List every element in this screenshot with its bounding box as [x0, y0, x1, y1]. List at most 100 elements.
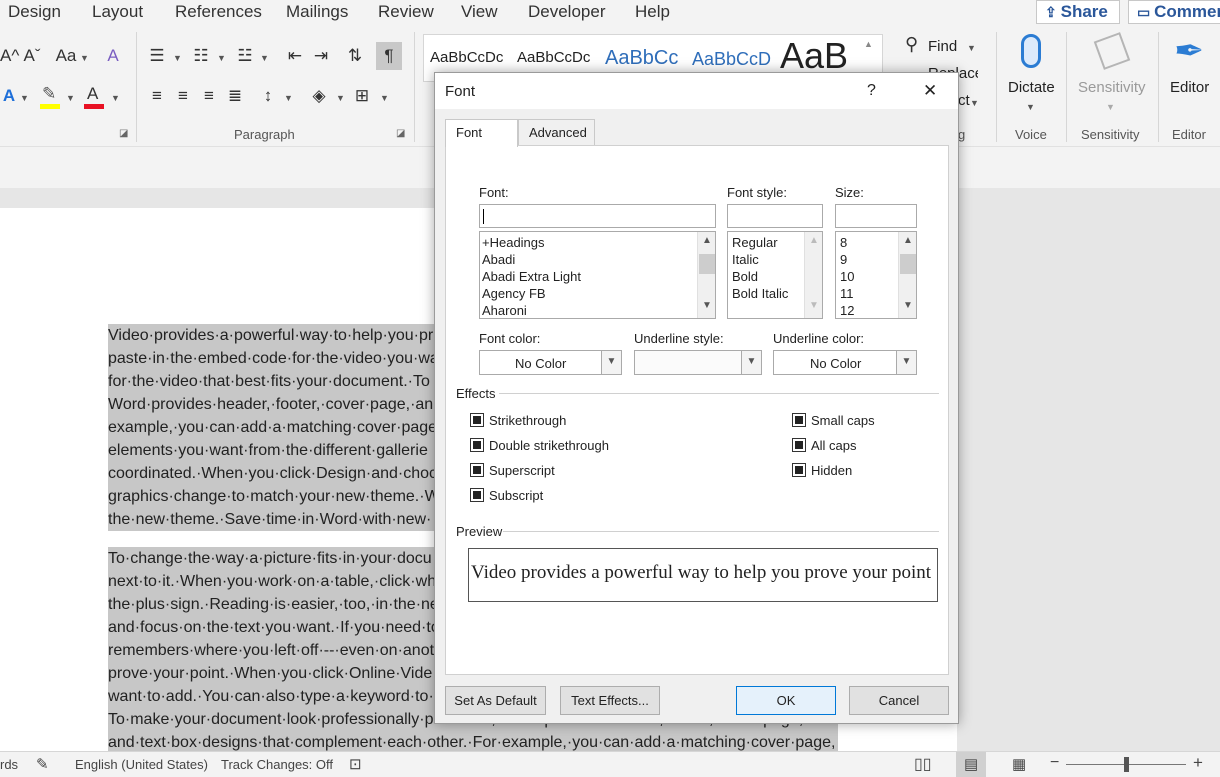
decrease-indent-button[interactable]: ⇤ — [284, 44, 306, 68]
list-item[interactable]: Abadi — [482, 251, 515, 268]
list-item[interactable]: Bold Italic — [732, 285, 788, 302]
chevron-up-icon[interactable]: ▲ — [698, 235, 715, 246]
highlight-color-button[interactable]: ✎ — [38, 84, 64, 110]
list-item[interactable]: 9 — [840, 251, 847, 268]
grow-font-button[interactable]: A^ — [0, 44, 19, 68]
set-as-default-button[interactable]: Set As Default — [445, 686, 546, 715]
tab-view[interactable]: View — [461, 2, 498, 22]
comments-button[interactable]: ▭ Commer — [1128, 0, 1220, 24]
macro-icon[interactable]: ⊡ — [349, 755, 362, 773]
track-changes-status[interactable]: Track Changes: Off — [221, 757, 333, 772]
list-item[interactable]: 8 — [840, 234, 847, 251]
list-item[interactable]: Italic — [732, 251, 759, 268]
gallery-scroll-up-icon[interactable]: ▲ — [864, 39, 873, 49]
superscript-label[interactable]: Superscript — [489, 463, 555, 478]
superscript-checkbox[interactable] — [470, 463, 484, 477]
list-item[interactable]: 12 — [840, 302, 854, 318]
web-layout-icon[interactable]: ▦ — [1012, 755, 1026, 773]
small-caps-checkbox[interactable] — [792, 413, 806, 427]
bullets-button[interactable]: ☰ — [146, 44, 168, 68]
ok-button[interactable]: OK — [736, 686, 836, 715]
scrollbar[interactable]: ▲ ▼ — [898, 232, 916, 318]
tab-design[interactable]: Design — [8, 2, 61, 22]
strikethrough-checkbox[interactable] — [470, 413, 484, 427]
font-color-select[interactable]: No Color ▼ — [479, 350, 622, 375]
text-effects-button[interactable]: Text Effects... — [560, 686, 660, 715]
style-normal[interactable]: AaBbCcDc — [430, 49, 503, 66]
paragraph-dialog-launcher-icon[interactable]: ◪ — [396, 128, 405, 139]
font-color-button[interactable]: A — [82, 84, 106, 110]
font-list[interactable]: +Headings Abadi Abadi Extra Light Agency… — [479, 231, 716, 319]
editor-button[interactable]: ✒ Editor — [1166, 32, 1216, 122]
find-button[interactable]: Find — [928, 38, 957, 55]
increase-indent-button[interactable]: ⇥ — [310, 44, 332, 68]
multilevel-list-button[interactable]: ☳ — [234, 44, 256, 68]
show-formatting-marks-button[interactable]: ¶ — [376, 42, 402, 70]
hidden-checkbox[interactable] — [792, 463, 806, 477]
cancel-button[interactable]: Cancel — [849, 686, 949, 715]
tab-help[interactable]: Help — [635, 2, 670, 22]
word-count[interactable]: rds — [0, 757, 18, 772]
share-button[interactable]: ⇪ Share — [1036, 0, 1120, 24]
double-strikethrough-checkbox[interactable] — [470, 438, 484, 452]
dictate-button[interactable]: Dictate ▼ — [1006, 32, 1056, 122]
list-item[interactable]: 11 — [840, 285, 854, 302]
close-button[interactable]: ✕ — [923, 81, 937, 101]
align-center-button[interactable]: ≡ — [172, 84, 194, 108]
numbering-button[interactable]: ☷ — [190, 44, 212, 68]
justify-button[interactable]: ≣ — [224, 84, 246, 108]
zoom-out-button[interactable]: − — [1050, 754, 1059, 772]
shading-button[interactable]: ◈ — [306, 84, 332, 108]
sensitivity-button[interactable]: Sensitivity ▼ — [1074, 32, 1148, 122]
style-heading-2[interactable]: AaBbCcD — [692, 49, 771, 70]
select-button[interactable]: ct — [958, 92, 970, 109]
sort-button[interactable]: ⇅ — [344, 44, 366, 68]
chevron-down-icon[interactable]: ▼ — [899, 300, 916, 311]
tab-developer[interactable]: Developer — [528, 2, 606, 22]
tab-review[interactable]: Review — [378, 2, 434, 22]
list-item[interactable]: Bold — [732, 268, 758, 285]
zoom-in-button[interactable]: + — [1193, 753, 1203, 773]
strikethrough-label[interactable]: Strikethrough — [489, 413, 566, 428]
all-caps-checkbox[interactable] — [792, 438, 806, 452]
proofing-icon[interactable]: ✎ — [36, 755, 49, 773]
scrollbar-thumb[interactable] — [699, 254, 715, 274]
line-spacing-button[interactable]: ↕ — [256, 84, 280, 108]
style-heading-1[interactable]: AaBbCc — [605, 47, 678, 70]
font-style-input[interactable] — [727, 204, 823, 228]
tab-layout[interactable]: Layout — [92, 2, 143, 22]
chevron-up-icon[interactable]: ▲ — [899, 235, 916, 246]
document-line[interactable]: and·text·box·designs·that·complement·eac… — [108, 731, 838, 751]
list-item[interactable]: 10 — [840, 268, 854, 285]
zoom-slider-thumb[interactable] — [1124, 757, 1129, 772]
read-mode-icon[interactable]: ▯▯ — [914, 754, 932, 774]
list-item[interactable]: Aharoni — [482, 302, 527, 318]
list-item[interactable]: Abadi Extra Light — [482, 268, 581, 285]
scrollbar[interactable]: ▲ ▼ — [697, 232, 715, 318]
double-strikethrough-label[interactable]: Double strikethrough — [489, 438, 609, 453]
underline-color-select[interactable]: No Color ▼ — [773, 350, 917, 375]
underline-style-select[interactable]: ▼ — [634, 350, 762, 375]
size-input[interactable] — [835, 204, 917, 228]
tab-mailings[interactable]: Mailings — [286, 2, 348, 22]
align-left-button[interactable]: ≡ — [146, 84, 168, 108]
all-caps-label[interactable]: All caps — [811, 438, 857, 453]
hidden-label[interactable]: Hidden — [811, 463, 852, 478]
align-right-button[interactable]: ≡ — [198, 84, 220, 108]
tab-font[interactable]: Font — [445, 119, 518, 147]
list-item[interactable]: +Headings — [482, 234, 545, 251]
text-effects-button[interactable]: A — [0, 84, 18, 108]
tab-advanced[interactable]: Advanced — [518, 119, 595, 145]
subscript-checkbox[interactable] — [470, 488, 484, 502]
font-input[interactable] — [479, 204, 716, 228]
dialog-title-bar[interactable]: Font ? ✕ — [435, 73, 958, 109]
shrink-font-button[interactable]: Aˇ — [22, 44, 42, 68]
font-style-list[interactable]: Regular Italic Bold Bold Italic ▲ ▼ — [727, 231, 823, 319]
scrollbar-thumb[interactable] — [900, 254, 916, 274]
small-caps-label[interactable]: Small caps — [811, 413, 875, 428]
list-item[interactable]: Regular — [732, 234, 778, 251]
borders-button[interactable]: ⊞ — [350, 84, 374, 108]
list-item[interactable]: Agency FB — [482, 285, 546, 302]
change-case-button[interactable]: Aa — [52, 44, 80, 68]
language-status[interactable]: English (United States) — [75, 757, 208, 772]
